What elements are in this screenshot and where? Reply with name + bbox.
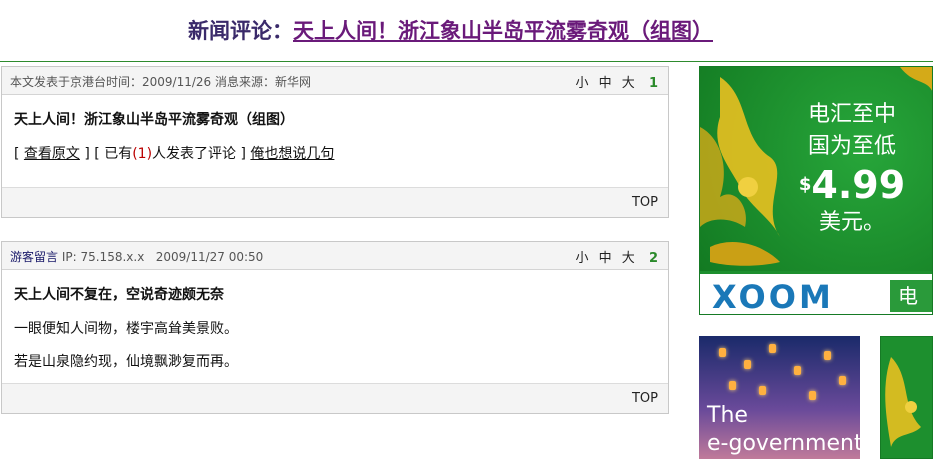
phoenix-icon	[885, 357, 921, 447]
post-footer: TOP	[2, 187, 668, 217]
lantern-icon	[824, 351, 831, 360]
small-phoenix-ad[interactable]	[880, 336, 933, 459]
post-info-bar: 本文发表于京港台时间：2009/11/26 消息来源：新华网 小 中 大 1	[2, 67, 668, 95]
ad-line-2: e-government	[707, 431, 860, 456]
xoom-logo: XOOM	[712, 278, 834, 315]
ad-copy: 电汇至中 国为至低 $4.99 美元。	[782, 99, 922, 239]
font-size-controls: 小 中 大 1	[569, 72, 658, 91]
font-size-medium-button[interactable]: 中	[599, 251, 612, 266]
post-meta: 本文发表于京港台时间：2009/11/26 消息来源：新华网	[10, 75, 311, 89]
font-size-large-button[interactable]: 大	[622, 251, 635, 266]
lantern-icon	[719, 348, 726, 357]
view-original-link[interactable]: 查看原文	[24, 146, 80, 162]
post-info-bar: 游客留言 IP: 75.158.x.x 2009/11/27 00:50 小 中…	[2, 242, 668, 270]
post-title: 天上人间不复在，空说奇迹颇无奈	[14, 287, 224, 303]
post-body: 天上人间！浙江象山半岛平流雾奇观（组图） [ 查看原文 ] [ 已有(1)人发表…	[2, 95, 668, 187]
comment-line: 若是山泉隐约现，仙境飘渺复而再。	[14, 354, 238, 370]
ad-line-1: The	[707, 403, 748, 428]
ad-line-3: 美元。	[818, 210, 885, 235]
font-size-medium-button[interactable]: 中	[599, 76, 612, 91]
font-size-large-button[interactable]: 大	[622, 76, 635, 91]
page-title-label: 新闻评论：	[188, 18, 293, 43]
post-footer: TOP	[2, 383, 668, 413]
ad-currency: $	[798, 174, 812, 195]
ad-copy: The e-government	[707, 402, 860, 458]
comment-post-1: 本文发表于京港台时间：2009/11/26 消息来源：新华网 小 中 大 1 天…	[1, 66, 669, 218]
lantern-icon	[744, 360, 751, 369]
lantern-icon	[809, 391, 816, 400]
ad-price: $4.99	[782, 163, 922, 207]
lantern-icon	[794, 366, 801, 375]
floor-number: 1	[648, 76, 658, 91]
article-title-link[interactable]: 天上人间！浙江象山半岛平流雾奇观（组图）	[293, 18, 713, 43]
post-comment-link[interactable]: 俺也想说几句	[250, 146, 334, 162]
font-size-small-button[interactable]: 小	[575, 76, 588, 91]
lantern-icon	[769, 344, 776, 353]
bracket-text: [	[14, 146, 24, 162]
post-body: 天上人间不复在，空说奇迹颇无奈 一眼便知人间物，楼宇高耸美景败。 若是山泉隐约现…	[2, 270, 668, 383]
xoom-phoenix-ad[interactable]: 电汇至中 国为至低 $4.99 美元。 XOOM 电	[699, 66, 933, 315]
comment-author: 游客留言	[10, 250, 59, 264]
comment-post-2: 游客留言 IP: 75.158.x.x 2009/11/27 00:50 小 中…	[1, 241, 669, 414]
font-size-controls: 小 中 大 2	[569, 247, 658, 266]
font-size-small-button[interactable]: 小	[575, 251, 588, 266]
comment-line: 一眼便知人间物，楼宇高耸美景败。	[14, 321, 238, 337]
comment-count: (1)	[132, 146, 153, 162]
back-to-top-link[interactable]: TOP	[632, 195, 658, 210]
comment-ip: IP: 75.158.x.x	[61, 250, 145, 264]
post-meta: 游客留言 IP: 75.158.x.x 2009/11/27 00:50	[10, 248, 263, 265]
page-header: 新闻评论：天上人间！浙江象山半岛平流雾奇观（组图）	[0, 0, 933, 62]
back-to-top-link[interactable]: TOP	[632, 391, 658, 406]
ad-price-value: 4.99	[811, 163, 906, 207]
floor-number: 2	[648, 251, 658, 266]
lantern-icon	[759, 386, 766, 395]
post-actions-line: [ 查看原文 ] [ 已有(1)人发表了评论 ] 俺也想说几句	[14, 143, 656, 163]
lantern-icon	[839, 376, 846, 385]
post-title: 天上人间！浙江象山半岛平流雾奇观（组图）	[14, 112, 294, 128]
page-title: 新闻评论：天上人间！浙江象山半岛平流雾奇观（组图）	[188, 15, 713, 45]
e-government-ad[interactable]: The e-government	[699, 336, 860, 459]
comment-count-prefix: ] [ 已有	[79, 146, 133, 162]
ad-line-2: 国为至低	[807, 134, 896, 159]
comment-time: 2009/11/27 00:50	[155, 250, 264, 264]
ad-line-1: 电汇至中	[807, 102, 896, 127]
comment-count-suffix: 人发表了评论 ]	[152, 146, 251, 162]
ad-brand-band: XOOM 电	[700, 271, 932, 315]
lantern-icon	[729, 381, 736, 390]
ad-cta-button[interactable]: 电	[890, 280, 932, 312]
